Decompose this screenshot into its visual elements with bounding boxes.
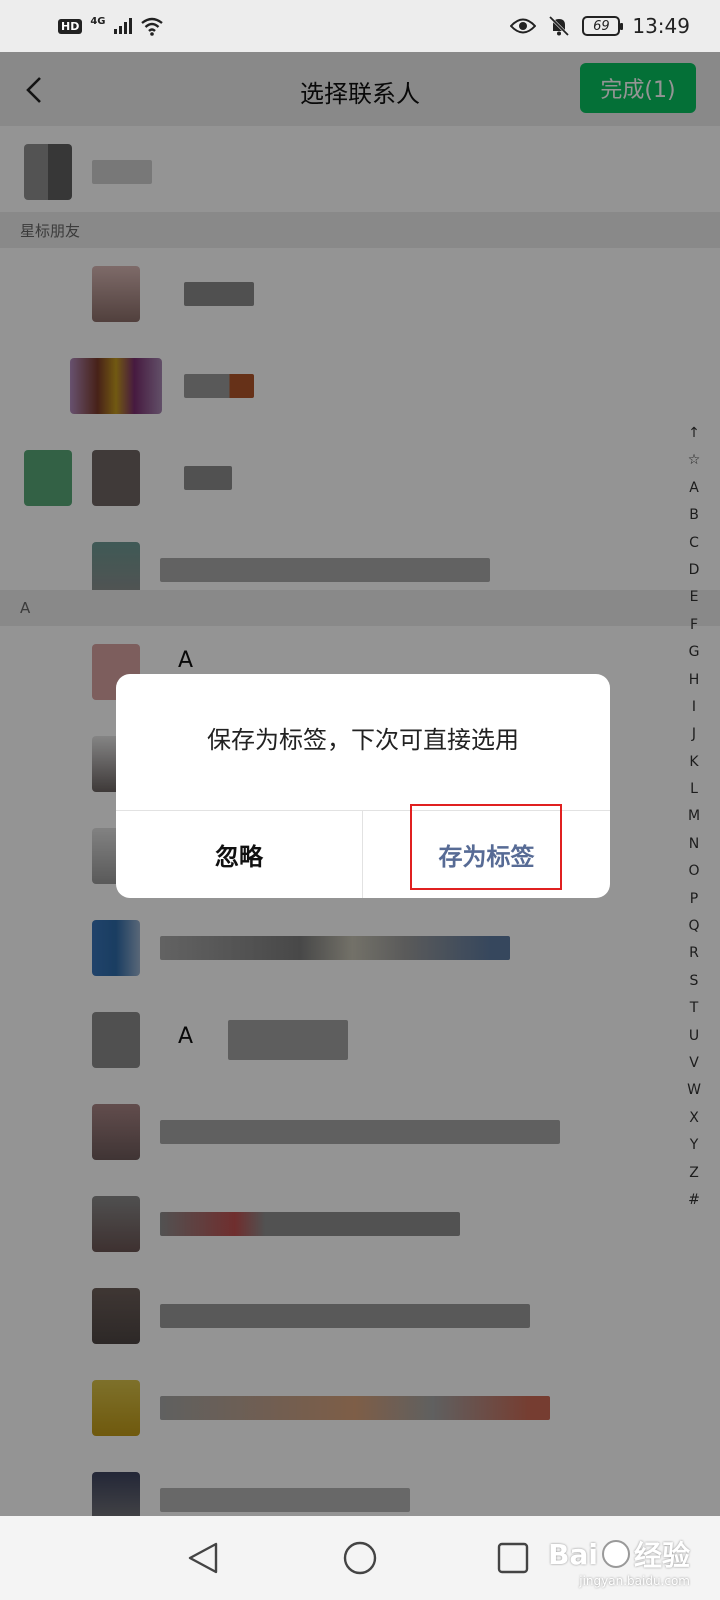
save-as-tag-button[interactable]: 存为标签 — [363, 811, 610, 898]
eye-icon — [510, 18, 537, 34]
nav-recents-icon[interactable] — [496, 1540, 530, 1576]
nav-back-icon[interactable] — [186, 1540, 220, 1576]
paw-logo-icon — [601, 1540, 630, 1568]
system-nav-bar: Bai 经验 jingyan.baidu.com — [0, 1516, 720, 1600]
wifi-icon — [140, 17, 163, 36]
mute-bell-icon — [549, 15, 570, 37]
dialog-message: 保存为标签，下次可直接选用 — [207, 726, 519, 754]
baidu-watermark: Bai 经验 jingyan.baidu.com — [548, 1534, 690, 1589]
watermark-url: jingyan.baidu.com — [579, 1574, 690, 1588]
watermark-brand-cn: 经验 — [633, 1539, 690, 1572]
status-bar: HD 4G 69 13:49 — [0, 0, 720, 52]
battery-indicator: 69 — [582, 16, 624, 36]
ignore-button[interactable]: 忽略 — [116, 811, 362, 898]
save-tag-dialog: 保存为标签，下次可直接选用 忽略 存为标签 — [116, 674, 610, 898]
signal-icon — [113, 18, 132, 34]
nav-home-icon[interactable] — [342, 1540, 378, 1576]
watermark-brand: Bai — [548, 1537, 598, 1571]
hd-badge: HD — [58, 18, 83, 34]
clock: 13:49 — [632, 14, 690, 38]
network-type: 4G — [90, 15, 106, 27]
